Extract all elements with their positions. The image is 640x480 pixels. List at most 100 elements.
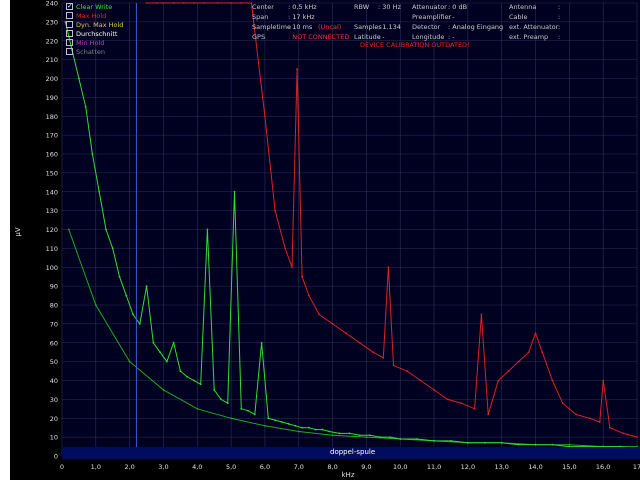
legend-checkbox[interactable] (66, 48, 73, 55)
series-point (301, 275, 304, 278)
x-tick-label: 1,0 (91, 463, 101, 471)
y-tick-label: 150 (46, 169, 58, 177)
series-point (338, 432, 341, 435)
series-point (145, 2, 148, 4)
y-tick-label: 0 (54, 453, 58, 461)
series-point (416, 438, 419, 440)
y-tick-label: 190 (46, 94, 58, 102)
series-point (213, 389, 216, 391)
y-tick-label: 40 (50, 377, 58, 385)
series-point (308, 294, 310, 297)
series-point (527, 351, 530, 354)
series-point (253, 413, 256, 416)
series-point (497, 379, 500, 382)
series-point (500, 441, 503, 444)
detector-value: : Analog Eingang (448, 23, 504, 31)
series-point (118, 275, 121, 278)
series-point (125, 294, 128, 297)
series-point (450, 440, 452, 442)
series-point (240, 2, 243, 4)
y-tick-label: 130 (46, 207, 58, 215)
series-point (517, 360, 520, 363)
series-point (602, 379, 605, 382)
legend-checkbox[interactable] (66, 1, 73, 11)
series-point (372, 351, 375, 354)
series-point (406, 370, 408, 372)
spectrum-chart[interactable]: 0 10 20 30 40 50 60 70 80 90 100 110 120 130 140 150 160… (0, 0, 640, 480)
rbw-value: : 30 Hz (378, 3, 401, 11)
y-tick-label: 20 (50, 415, 58, 423)
series-point (230, 417, 233, 420)
series-point (541, 351, 544, 354)
series-point (387, 266, 390, 269)
y-tick-label: 90 (50, 283, 58, 291)
x-tick-label: 16,0 (596, 463, 610, 471)
series-point (193, 379, 195, 382)
series-point (165, 360, 168, 363)
rbw-label: RBW (354, 3, 370, 11)
legend-checkbox[interactable] (66, 30, 73, 37)
y-tick-label: 110 (46, 245, 58, 253)
series-point (67, 228, 70, 231)
spectrum-analyzer-window: 0 10 20 30 40 50 60 70 80 90 100 110 120 130 140 150 160… (0, 0, 640, 480)
series-point (294, 424, 297, 427)
series-point (331, 322, 334, 325)
series-point (358, 434, 361, 437)
series-point (507, 370, 510, 372)
x-tick-label: 2,0 (124, 463, 134, 471)
legend-checkbox[interactable] (66, 12, 73, 19)
series-point (308, 426, 310, 429)
series-point (588, 417, 591, 420)
series-point (568, 443, 571, 446)
legend-checkbox[interactable] (66, 39, 73, 46)
series-point (179, 370, 182, 372)
series-point (365, 436, 368, 439)
series-point (186, 375, 189, 378)
series-point (328, 430, 331, 433)
series-point (98, 190, 101, 193)
series-point (483, 441, 486, 444)
x-tick-label: 15,0 (562, 463, 576, 471)
series-point (419, 379, 422, 382)
samples-value: : 1.134 (378, 23, 401, 31)
sampletime-note: (Uncal) (318, 23, 342, 31)
series-point (199, 383, 202, 386)
ext-attenuator-value: : (558, 23, 561, 31)
series-point (399, 438, 402, 440)
plot-area (62, 0, 640, 460)
gps-label: GPS (252, 33, 266, 41)
calibration-warning: DEVICE CALIBRATION OUTDATED! (360, 41, 470, 49)
series-point (84, 105, 87, 108)
series-point (517, 443, 520, 446)
series-point (331, 434, 334, 437)
legend-checkbox[interactable] (66, 21, 73, 28)
y-axis-label: µV (14, 227, 22, 236)
y-tick-label: 220 (46, 37, 58, 45)
series-point (216, 2, 219, 4)
series-point (297, 430, 300, 433)
x-tick-label: 13,0 (494, 463, 508, 471)
preamplifier-value: : - (448, 13, 455, 21)
sampletime-label: Sampletime (252, 23, 292, 31)
series-point (348, 432, 351, 435)
series-point (274, 209, 276, 212)
x-tick-label: 17 (633, 463, 640, 471)
series-point (379, 436, 381, 439)
ext-preamp-label: ext. Preamp (509, 33, 549, 41)
x-tick-label: 14,0 (528, 463, 542, 471)
series-point (460, 402, 463, 405)
span-label: Span (252, 13, 269, 21)
y-tick-label: 240 (46, 0, 58, 8)
series-point (91, 153, 94, 155)
series-point (433, 440, 435, 442)
x-axis-ticks: 0 1,0 2,0 3,0 4,0 5,0 6,0 7,0 8,0 9,0 10,0 11,0 12,0… (60, 463, 640, 471)
y-tick-label: 170 (46, 132, 58, 140)
series-point (551, 379, 554, 382)
cable-value: : (558, 13, 561, 21)
center-value: : 0,5 kHz (288, 3, 317, 11)
series-point (291, 266, 293, 269)
x-tick-label: 10,0 (393, 463, 407, 471)
series-point (111, 247, 114, 250)
series-point (296, 68, 298, 70)
x-tick-label: 11,0 (427, 463, 441, 471)
